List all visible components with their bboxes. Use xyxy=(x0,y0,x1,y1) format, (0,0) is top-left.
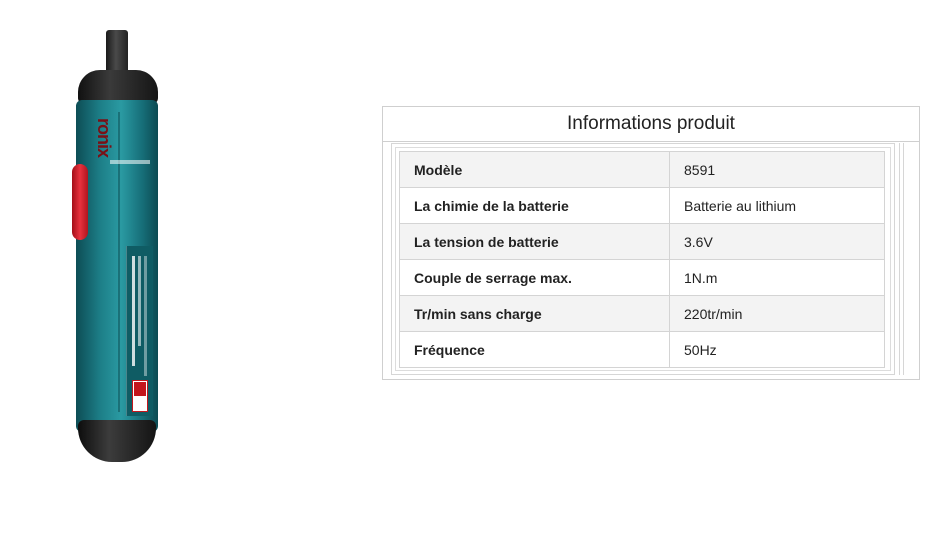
spec-value: Batterie au lithium xyxy=(669,187,885,224)
table-row: La chimie de la batterie Batterie au lit… xyxy=(399,187,885,224)
table-frame-edge xyxy=(903,143,904,375)
spec-value: 1N.m xyxy=(669,259,885,296)
specs-table: Modèle 8591 La chimie de la batterie Bat… xyxy=(399,151,885,368)
spec-key: Modèle xyxy=(399,151,670,188)
screwdriver-chuck xyxy=(78,70,158,104)
table-row: Modèle 8591 xyxy=(399,151,885,188)
info-title: Informations produit xyxy=(383,107,919,142)
product-image: ronix xyxy=(70,28,170,468)
spec-value: 8591 xyxy=(669,151,885,188)
spec-value: 220tr/min xyxy=(669,295,885,332)
model-badge xyxy=(132,380,148,412)
brand-tagline xyxy=(110,160,150,164)
spec-key: La tension de batterie xyxy=(399,223,670,260)
spec-key: Couple de serrage max. xyxy=(399,259,670,296)
spec-value: 3.6V xyxy=(669,223,885,260)
table-row: Couple de serrage max. 1N.m xyxy=(399,259,885,296)
page: ronix Informations produit Modèle 8591 L… xyxy=(0,0,934,535)
brand-logo: ronix xyxy=(94,118,114,158)
table-row: Fréquence 50Hz xyxy=(399,331,885,368)
table-frame-edge xyxy=(899,143,900,375)
table-row: Tr/min sans charge 220tr/min xyxy=(399,295,885,332)
spec-value: 50Hz xyxy=(669,331,885,368)
grip-line xyxy=(118,112,120,412)
spec-key: La chimie de la batterie xyxy=(399,187,670,224)
table-row: La tension de batterie 3.6V xyxy=(399,223,885,260)
screwdriver-end-cap xyxy=(78,420,156,462)
product-info-panel: Informations produit Modèle 8591 La chim… xyxy=(382,106,920,380)
power-button xyxy=(72,164,88,240)
spec-key: Tr/min sans charge xyxy=(399,295,670,332)
spec-key: Fréquence xyxy=(399,331,670,368)
